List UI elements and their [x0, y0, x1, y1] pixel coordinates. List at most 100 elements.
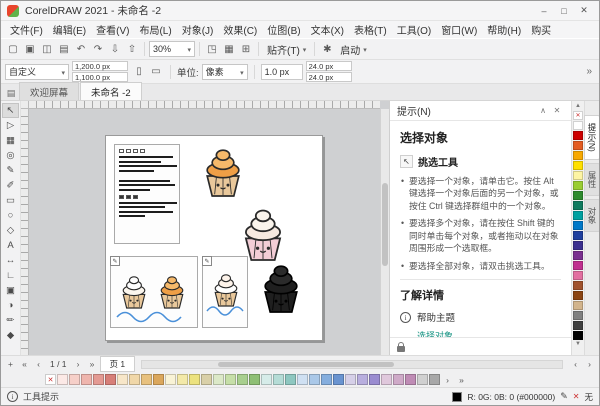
palette-color-swatch[interactable] [573, 271, 583, 280]
zoom-tool[interactable]: ◎ [2, 148, 19, 163]
docker-close-icon[interactable]: ✕ [550, 104, 564, 118]
print-icon[interactable]: ▤ [56, 41, 72, 57]
menu-item[interactable]: 文件(F) [5, 21, 48, 38]
palette-scroll-right-icon[interactable]: › [441, 373, 454, 386]
document-color-swatch[interactable] [165, 374, 176, 385]
document-color-swatch[interactable] [93, 374, 104, 385]
document-color-swatch[interactable] [69, 374, 80, 385]
document-color-swatch[interactable] [417, 374, 428, 385]
nudge-distance-field[interactable]: 1.0 px [261, 64, 303, 80]
menu-item[interactable]: 编辑(E) [48, 21, 91, 38]
open-icon[interactable]: ▣ [22, 41, 38, 57]
cupcake-sketch-object[interactable] [209, 269, 243, 309]
document-color-swatch[interactable] [297, 374, 308, 385]
portrait-icon[interactable]: ▯ [131, 64, 147, 80]
cupcake-orange-object[interactable] [198, 142, 248, 200]
palette-color-swatch[interactable] [573, 211, 583, 220]
first-page-button[interactable]: « [18, 358, 31, 371]
page-height-field[interactable]: 1,100.0 px [72, 72, 128, 82]
document-page[interactable]: ✎ ✎ [105, 135, 323, 341]
save-icon[interactable]: ◫ [39, 41, 55, 57]
document-color-swatch[interactable] [201, 374, 212, 385]
palette-color-swatch[interactable] [573, 251, 583, 260]
new-document-icon[interactable]: ▢ [5, 41, 21, 57]
crop-tool[interactable]: ▦ [2, 133, 19, 148]
palette-color-swatch[interactable] [573, 181, 583, 190]
menu-item[interactable]: 帮助(H) [482, 21, 526, 38]
last-page-button[interactable]: » [86, 358, 99, 371]
previous-page-button[interactable]: ‹ [32, 358, 45, 371]
scrollbar-thumb[interactable] [382, 183, 388, 267]
document-color-swatch[interactable] [393, 374, 404, 385]
no-color-swatch[interactable] [573, 111, 583, 120]
shape-tool[interactable]: ▷ [2, 118, 19, 133]
document-tab[interactable]: 欢迎屏幕 [19, 82, 79, 100]
fullscreen-preview-icon[interactable]: ◳ [204, 41, 220, 57]
docker-pin-icon[interactable]: ∧ [536, 104, 550, 118]
document-color-swatch[interactable] [369, 374, 380, 385]
show-rulers-icon[interactable]: ▦ [221, 41, 237, 57]
palette-color-swatch[interactable] [573, 151, 583, 160]
page-preset-select[interactable]: 自定义 [5, 64, 69, 80]
cupcake-sketch-object[interactable] [117, 271, 151, 311]
eyedropper-tool[interactable]: ✏ [2, 313, 19, 328]
cupcake-sketch-object[interactable] [155, 271, 189, 311]
minimize-button[interactable]: – [535, 4, 553, 18]
rectangle-tool[interactable]: ▭ [2, 193, 19, 208]
palette-color-swatch[interactable] [573, 331, 583, 340]
page-tab[interactable]: 页 1 [100, 356, 136, 372]
duplicate-y-field[interactable]: 24.0 px [306, 72, 352, 82]
redo-icon[interactable]: ↷ [90, 41, 106, 57]
document-color-swatch[interactable] [225, 374, 236, 385]
tab-list-icon[interactable]: ▤ [3, 86, 19, 100]
palette-color-swatch[interactable] [573, 141, 583, 150]
palette-scroll-down-icon[interactable]: ▼ [575, 340, 581, 348]
cupcake-pink-object[interactable] [236, 202, 290, 264]
document-color-swatch[interactable] [285, 374, 296, 385]
palette-color-swatch[interactable] [573, 201, 583, 210]
document-color-swatch[interactable] [81, 374, 92, 385]
document-color-swatch[interactable] [213, 374, 224, 385]
menu-item[interactable]: 查看(V) [91, 21, 134, 38]
export-icon[interactable]: ⇧ [124, 41, 140, 57]
undo-icon[interactable]: ↶ [73, 41, 89, 57]
overflow-chevron[interactable]: » [583, 66, 595, 77]
document-color-swatch[interactable] [309, 374, 320, 385]
options-gear-icon[interactable]: ✱ [319, 41, 335, 57]
palette-color-swatch[interactable] [573, 261, 583, 270]
landscape-icon[interactable]: ▭ [148, 64, 164, 80]
document-color-swatch[interactable] [117, 374, 128, 385]
next-page-button[interactable]: › [72, 358, 85, 371]
document-color-swatch[interactable] [237, 374, 248, 385]
palette-scroll-up-icon[interactable]: ▲ [575, 102, 581, 110]
no-color-swatch[interactable] [45, 374, 56, 385]
duplicate-x-field[interactable]: 24.0 px [306, 61, 352, 71]
menu-item[interactable]: 对象(J) [177, 21, 219, 38]
show-grid-icon[interactable]: ⊞ [238, 41, 254, 57]
menu-item[interactable]: 文本(X) [306, 21, 349, 38]
document-color-swatch[interactable] [177, 374, 188, 385]
menu-item[interactable]: 位图(B) [262, 21, 305, 38]
interactive-fill-tool[interactable]: ◆ [2, 328, 19, 343]
ellipse-tool[interactable]: ○ [2, 208, 19, 223]
document-color-swatch[interactable] [141, 374, 152, 385]
page-width-field[interactable]: 1,200.0 px [72, 61, 128, 71]
menu-item[interactable]: 购买 [526, 21, 556, 38]
artistic-media-tool[interactable]: ✐ [2, 178, 19, 193]
document-color-swatch[interactable] [273, 374, 284, 385]
freehand-tool[interactable]: ✎ [2, 163, 19, 178]
document-color-swatch[interactable] [153, 374, 164, 385]
launch-dropdown[interactable]: 启动 [336, 42, 371, 57]
menu-item[interactable]: 布局(L) [134, 21, 176, 38]
transparency-tool[interactable]: ◑ [2, 298, 19, 313]
document-color-swatch[interactable] [333, 374, 344, 385]
help-topics-row[interactable]: 帮助主题 [400, 310, 561, 324]
polygon-tool[interactable]: ◇ [2, 223, 19, 238]
document-color-swatch[interactable] [345, 374, 356, 385]
document-color-swatch[interactable] [129, 374, 140, 385]
scrollbar-thumb[interactable] [218, 362, 394, 367]
document-color-swatch[interactable] [261, 374, 272, 385]
add-page-button[interactable]: + [4, 358, 17, 371]
snap-dropdown[interactable]: 贴齐(T) [263, 42, 310, 57]
vertical-scrollbar[interactable] [380, 109, 389, 355]
